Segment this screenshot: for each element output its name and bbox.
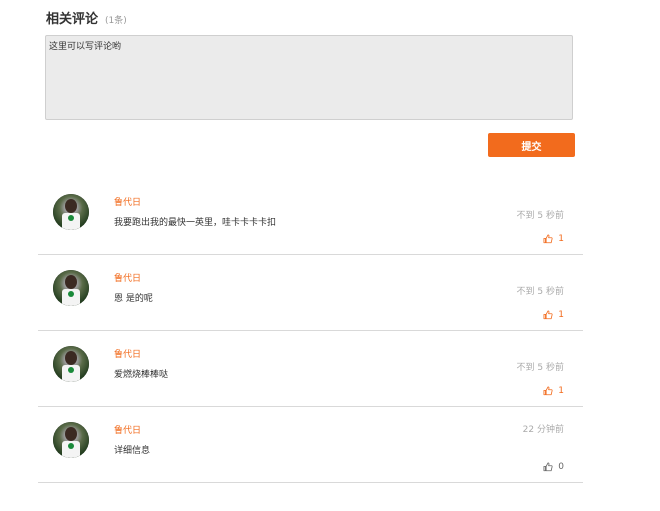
- thumbs-up-icon: [543, 386, 553, 396]
- comment-text: 爱燃烧棒棒哒: [114, 370, 169, 380]
- thumbs-up-icon: [543, 310, 553, 320]
- like-button[interactable]: 1: [543, 234, 564, 244]
- comment-item: 鲁代日 爱燃烧棒棒哒 不到 5 秒前 1: [38, 331, 583, 407]
- like-count: 1: [558, 386, 564, 396]
- like-count: 0: [558, 462, 564, 472]
- user-avatar[interactable]: [53, 346, 89, 382]
- comments-header: 相关评论 (1条): [46, 8, 127, 27]
- section-title: 相关评论: [46, 12, 99, 27]
- comment-input[interactable]: [45, 35, 573, 120]
- comment-text: 我要跑出我的最快一英里，哇卡卡卡卡扣: [114, 218, 277, 228]
- like-count: 1: [558, 310, 564, 320]
- submit-button[interactable]: 提交: [488, 133, 575, 157]
- comment-time: 不到 5 秒前: [516, 287, 564, 297]
- comment-item: 鲁代日 详细信息 22 分钟前 0: [38, 407, 583, 483]
- like-button[interactable]: 1: [543, 310, 564, 320]
- comment-author[interactable]: 鲁代日: [114, 195, 141, 208]
- comment-author[interactable]: 鲁代日: [114, 271, 141, 284]
- like-count: 1: [558, 234, 564, 244]
- comment-text: 恩 是的呢: [114, 294, 153, 304]
- comment-item: 鲁代日 恩 是的呢 不到 5 秒前 1: [38, 255, 583, 331]
- user-avatar[interactable]: [53, 194, 89, 230]
- comment-list: 鲁代日 我要跑出我的最快一英里，哇卡卡卡卡扣 不到 5 秒前 1 鲁代日 恩 是…: [38, 179, 583, 483]
- comment-item: 鲁代日 我要跑出我的最快一英里，哇卡卡卡卡扣 不到 5 秒前 1: [38, 179, 583, 255]
- comment-time: 不到 5 秒前: [516, 363, 564, 373]
- comment-time: 22 分钟前: [522, 425, 564, 435]
- comment-text: 详细信息: [114, 446, 151, 456]
- comment-time: 不到 5 秒前: [516, 211, 564, 221]
- user-avatar[interactable]: [53, 270, 89, 306]
- like-button[interactable]: 0: [543, 462, 564, 472]
- user-avatar[interactable]: [53, 422, 89, 458]
- comment-count: (1条): [105, 16, 127, 26]
- thumbs-up-icon: [543, 234, 553, 244]
- comment-author[interactable]: 鲁代日: [114, 347, 141, 360]
- like-button[interactable]: 1: [543, 386, 564, 396]
- thumbs-up-icon: [543, 462, 553, 472]
- comment-author[interactable]: 鲁代日: [114, 423, 141, 436]
